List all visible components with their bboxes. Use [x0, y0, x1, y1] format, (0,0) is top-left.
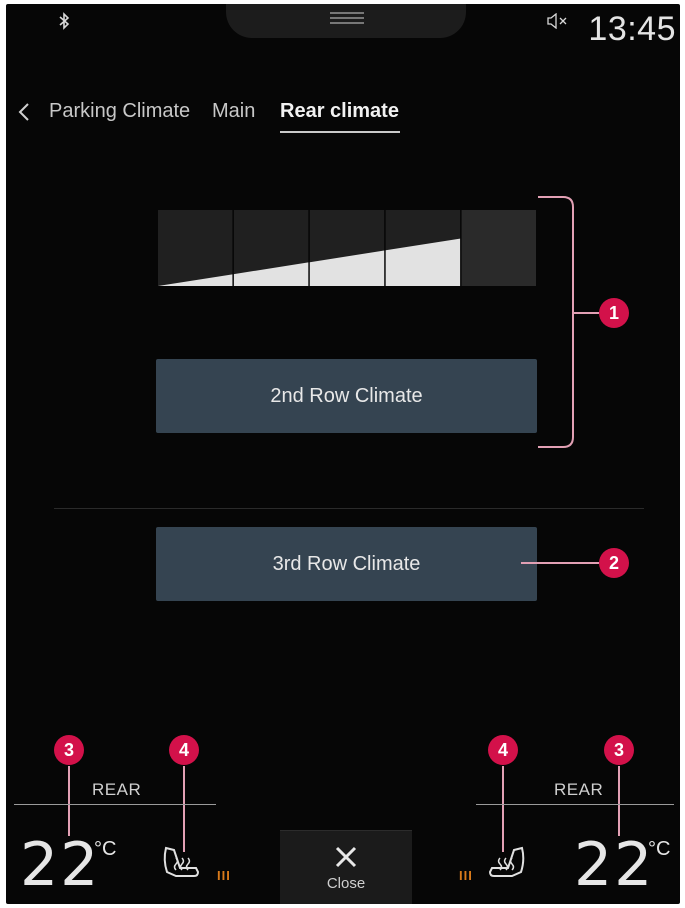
rear-left-label: REAR: [92, 780, 142, 799]
back-chevron-icon[interactable]: [12, 98, 36, 126]
rear-right-label: REAR: [554, 780, 604, 799]
seat-heater-icon[interactable]: [486, 844, 530, 884]
callout-marker: 4: [488, 735, 518, 765]
volume-muted-icon: [547, 13, 567, 29]
callout-marker: 4: [169, 735, 199, 765]
tab-parking-climate[interactable]: Parking Climate: [49, 100, 190, 123]
close-icon: [335, 846, 357, 868]
climate-screen: 13:45 Parking Climate Main Rear climate …: [6, 4, 680, 904]
tab-rear-climate[interactable]: Rear climate: [280, 100, 399, 123]
callout-marker: 3: [54, 735, 84, 765]
fan-meter-graphic: [158, 210, 536, 286]
clock: 13:45: [588, 10, 676, 48]
rear-left-temperature[interactable]: 22: [20, 830, 100, 900]
seat-heat-level: III: [217, 868, 231, 883]
rear-left-divider: [14, 804, 216, 805]
third-row-climate-button[interactable]: 3rd Row Climate: [156, 527, 537, 601]
rear-right-divider: [476, 804, 674, 805]
annotation-lines: [68, 196, 620, 852]
close-button[interactable]: Close: [280, 830, 412, 904]
fan-segment[interactable]: [158, 210, 233, 286]
seat-heat-level: III: [459, 868, 473, 883]
active-tab-indicator: [280, 131, 400, 133]
callout-marker: 1: [599, 298, 629, 328]
callout-marker: 2: [599, 548, 629, 578]
seat-heater-icon[interactable]: [158, 844, 202, 884]
rear-right-temp-unit: °C: [648, 838, 671, 860]
fan-speed-meter[interactable]: [158, 210, 536, 286]
bluetooth-icon: [59, 12, 70, 30]
rear-left-temp-unit: °C: [94, 838, 117, 860]
close-label: Close: [326, 875, 366, 892]
status-bar: 13:45: [6, 4, 680, 48]
tab-main[interactable]: Main: [212, 100, 255, 123]
second-row-climate-button[interactable]: 2nd Row Climate: [156, 359, 537, 433]
tab-bar: Parking Climate Main Rear climate: [6, 94, 680, 138]
fan-segment[interactable]: [461, 210, 536, 286]
drag-handle[interactable]: [330, 12, 364, 24]
section-divider: [54, 508, 644, 509]
rear-right-temperature[interactable]: 22: [574, 830, 654, 900]
callout-marker: 3: [604, 735, 634, 765]
